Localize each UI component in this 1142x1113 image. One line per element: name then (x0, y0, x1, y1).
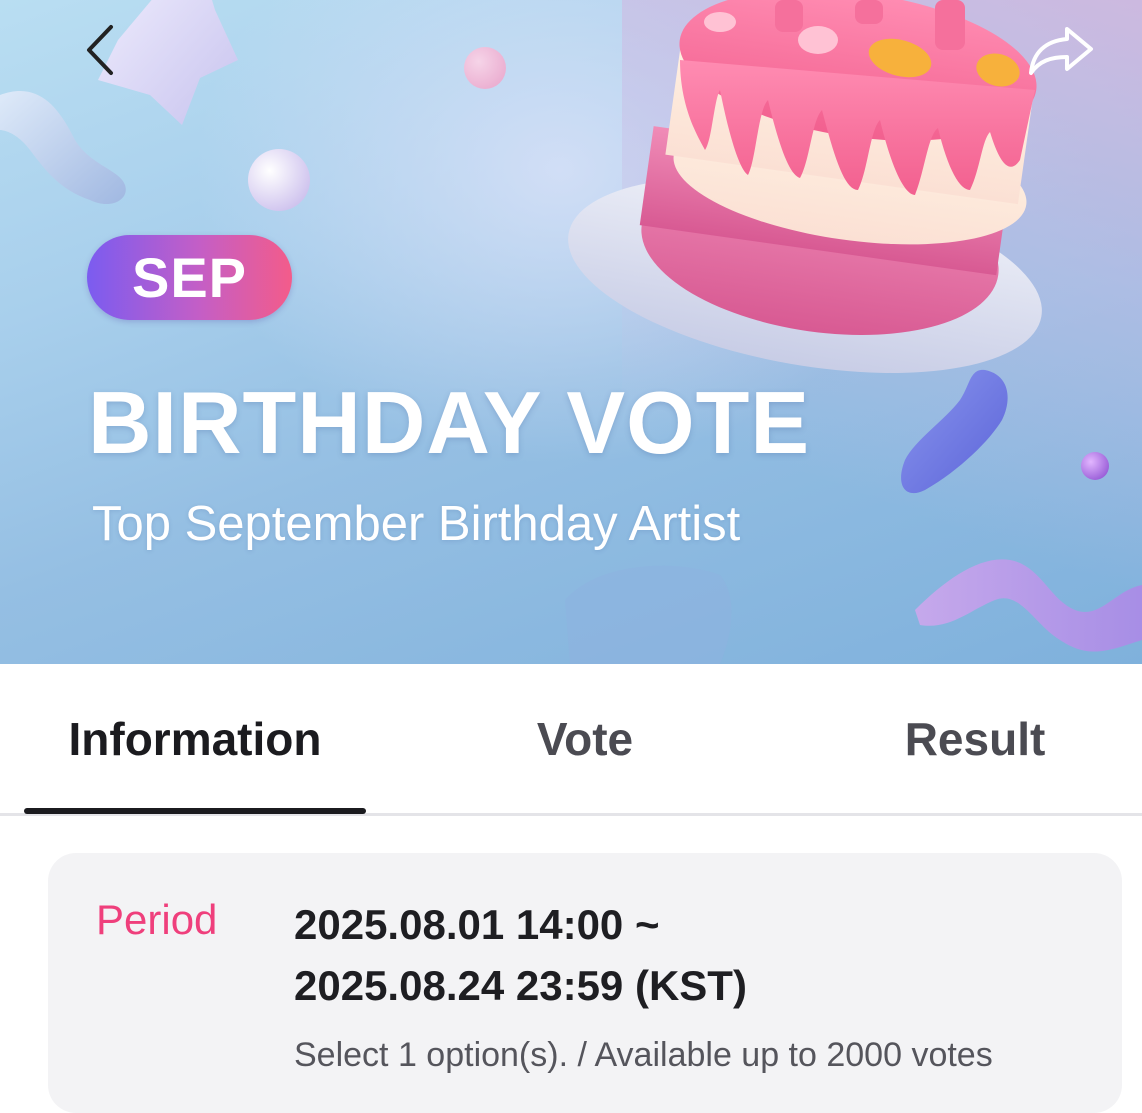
period-end: 2025.08.24 23:59 (KST) (294, 962, 747, 1009)
banner-subtitle: Top September Birthday Artist (92, 497, 741, 551)
back-button[interactable] (70, 20, 130, 80)
banner: SEP BIRTHDAY VOTE Top September Birthday… (0, 0, 1142, 664)
chevron-left-icon (87, 25, 113, 75)
vote-rule-text: Select 1 option(s). / Available up to 20… (294, 1036, 993, 1074)
active-tab-indicator (24, 808, 366, 814)
tab-information[interactable]: Information (24, 664, 366, 813)
period-label: Period (96, 896, 218, 943)
tab-vote[interactable]: Vote (414, 664, 756, 813)
share-button[interactable] (1020, 18, 1104, 82)
month-badge: SEP (87, 235, 292, 320)
tab-result[interactable]: Result (804, 664, 1142, 813)
period-value: 2025.08.01 14:00 ~ 2025.08.24 23:59 (KST… (294, 894, 994, 1016)
banner-decorations (0, 0, 1142, 664)
period-start: 2025.08.01 14:00 ~ (294, 901, 660, 948)
tab-bar: Information Vote Result (0, 664, 1142, 816)
share-arrow-icon (1029, 27, 1093, 75)
banner-title: BIRTHDAY VOTE (88, 373, 811, 472)
